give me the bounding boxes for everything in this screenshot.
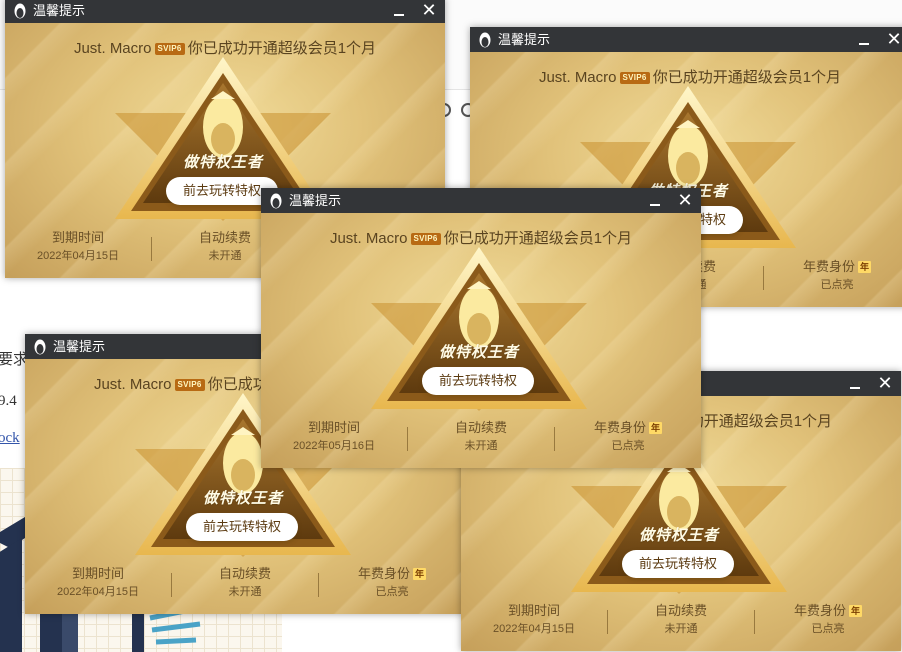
- stat-expiry: 到期时间 2022年04月15日: [25, 565, 171, 601]
- background-link[interactable]: ock: [0, 430, 20, 447]
- stat-label: 自动续费: [654, 603, 707, 618]
- slogan-text: 做特权王者: [638, 526, 719, 544]
- qq-penguin-icon: [34, 339, 46, 355]
- background-text: 要求: [0, 352, 29, 368]
- stat-value: 已点亮: [820, 279, 854, 291]
- stat-annual-status: 年费身份年 已点亮: [755, 602, 901, 638]
- explore-privileges-button[interactable]: 前去玩转特权: [186, 513, 298, 541]
- stat-label: 年费身份年: [319, 565, 465, 583]
- stat-annual-status: 年费身份年 已点亮: [555, 419, 701, 455]
- annual-badge: 年: [858, 261, 872, 273]
- stat-label-text: 年费身份: [593, 420, 646, 435]
- stat-value: 2022年05月16日: [293, 440, 375, 452]
- stat-label: 年费身份年: [755, 602, 901, 620]
- stat-expiry: 到期时间 2022年04月15日: [5, 229, 151, 265]
- stat-label: 到期时间: [51, 230, 104, 245]
- window-titlebar[interactable]: 温馨提示 ✕: [5, 0, 445, 23]
- qq-penguin-icon: [479, 32, 491, 48]
- minimize-button[interactable]: [845, 374, 865, 394]
- minimize-button[interactable]: [389, 1, 409, 21]
- vip-notification-window: 温馨提示 ✕ Just. MacroSVIP6你已成功开通超级会员1个月: [261, 188, 701, 468]
- stat-label: 自动续费: [218, 566, 271, 581]
- close-button[interactable]: ✕: [884, 29, 902, 49]
- stat-label: 年费身份年: [555, 419, 701, 437]
- stat-value: 未开通: [228, 586, 262, 598]
- stat-value: 2022年04月15日: [493, 623, 575, 635]
- stat-label: 到期时间: [507, 603, 560, 618]
- stat-value: 未开通: [464, 440, 498, 452]
- stat-expiry: 到期时间 2022年05月16日: [261, 419, 407, 455]
- qq-penguin-icon: [14, 3, 26, 19]
- stat-label-text: 年费身份: [802, 259, 855, 274]
- stat-value: 2022年04月15日: [37, 250, 119, 262]
- membership-stats: 到期时间 2022年04月15日 自动续费 未开通 年费身份年 已点亮: [25, 565, 465, 605]
- explore-privileges-button[interactable]: 前去玩转特权: [622, 550, 734, 578]
- stat-label: 到期时间: [71, 566, 124, 581]
- close-button[interactable]: ✕: [419, 0, 439, 20]
- annual-badge: 年: [649, 422, 663, 434]
- stat-label-text: 年费身份: [793, 603, 846, 618]
- stat-label-text: 年费身份: [357, 566, 410, 581]
- slogan-text: 做特权王者: [202, 489, 283, 507]
- stat-auto-renew: 自动续费 未开通: [608, 602, 754, 638]
- window-titlebar[interactable]: 温馨提示 ✕: [470, 27, 902, 52]
- slogan-text: 做特权王者: [438, 343, 519, 361]
- stat-label: 自动续费: [454, 420, 507, 435]
- stat-label: 到期时间: [307, 420, 360, 435]
- stat-value: 未开通: [664, 623, 698, 635]
- stat-auto-renew: 自动续费 未开通: [408, 419, 554, 455]
- stat-value: 已点亮: [375, 586, 409, 598]
- membership-stats: 到期时间 2022年04月15日 自动续费 未开通 年费身份年 已点亮: [461, 602, 901, 642]
- membership-stats: 到期时间 2022年05月16日 自动续费 未开通 年费身份年 已点亮: [261, 419, 701, 459]
- window-title: 温馨提示: [498, 32, 551, 47]
- stat-annual-status: 年费身份年 已点亮: [764, 258, 902, 294]
- stat-value: 已点亮: [811, 623, 845, 635]
- window-title: 温馨提示: [289, 193, 342, 208]
- background-text: 9.4: [0, 393, 17, 409]
- stat-label: 年费身份年: [764, 258, 902, 276]
- minimize-button[interactable]: [645, 191, 665, 211]
- window-titlebar[interactable]: 温馨提示 ✕: [261, 188, 701, 213]
- stat-expiry: 到期时间 2022年04月15日: [461, 602, 607, 638]
- stat-annual-status: 年费身份年 已点亮: [319, 565, 465, 601]
- annual-badge: 年: [413, 568, 427, 580]
- annual-badge: 年: [849, 605, 863, 617]
- slogan-text: 做特权王者: [182, 153, 263, 171]
- stat-value: 2022年04月15日: [57, 586, 139, 598]
- window-title: 温馨提示: [33, 3, 86, 18]
- close-button[interactable]: ✕: [875, 373, 895, 393]
- vip-emblem: 做特权王者 前去玩转特权: [367, 243, 591, 415]
- qq-penguin-icon: [270, 193, 282, 209]
- explore-privileges-button[interactable]: 前去玩转特权: [422, 367, 534, 395]
- minimize-button[interactable]: [854, 30, 874, 50]
- stat-value: 已点亮: [611, 440, 645, 452]
- vip-card: Just. MacroSVIP6你已成功开通超级会员1个月: [261, 213, 701, 468]
- close-button[interactable]: ✕: [675, 190, 695, 210]
- window-title: 温馨提示: [53, 339, 106, 354]
- stat-auto-renew: 自动续费 未开通: [172, 565, 318, 601]
